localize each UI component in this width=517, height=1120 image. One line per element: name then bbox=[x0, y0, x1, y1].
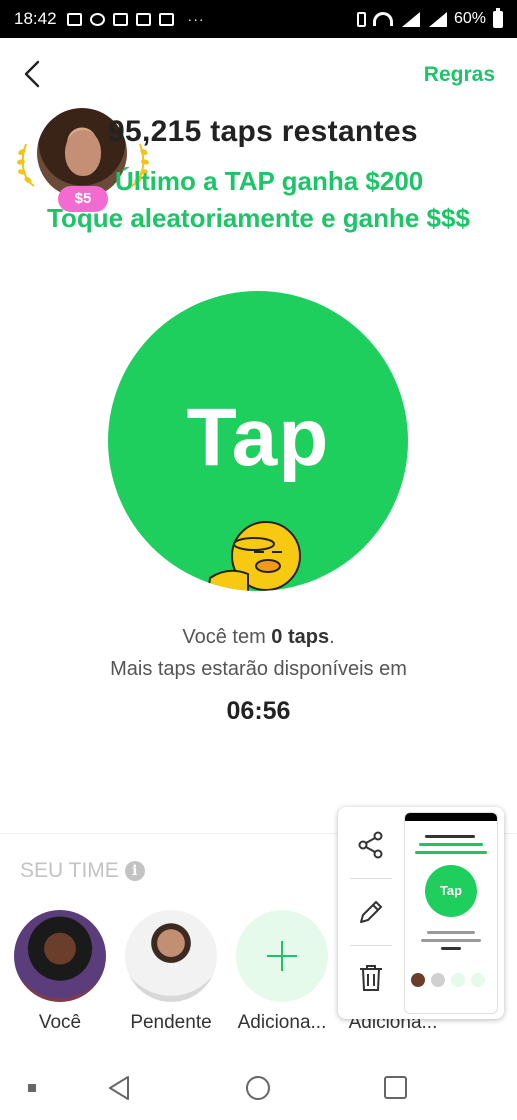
thumbnail-avatar bbox=[431, 973, 445, 987]
team-member-pending-avatar[interactable] bbox=[125, 910, 217, 1002]
delete-icon bbox=[360, 965, 382, 991]
nav-dot-icon[interactable] bbox=[28, 1084, 36, 1092]
battery-icon bbox=[493, 7, 503, 28]
laurel-icon bbox=[17, 143, 35, 187]
more-taps-message: Mais taps estarão disponíveis em bbox=[110, 658, 407, 680]
signal-icon bbox=[400, 11, 420, 27]
vibrate-icon bbox=[356, 11, 366, 27]
notification-icons: ··· bbox=[66, 11, 205, 27]
thumbnail-avatar bbox=[411, 973, 425, 987]
last-tap-wins: Último a TAP ganha $200 bbox=[115, 166, 424, 196]
signal-icon bbox=[427, 11, 447, 27]
nav-home-icon[interactable] bbox=[246, 1076, 270, 1100]
instagram-icon bbox=[112, 12, 128, 26]
tap-button-label: Tap bbox=[186, 392, 330, 483]
gallery-icon bbox=[66, 12, 82, 26]
system-icons: 60% bbox=[356, 0, 503, 38]
plus-icon bbox=[267, 941, 297, 971]
edit-button[interactable] bbox=[350, 891, 392, 933]
screenshot-thumbnail[interactable]: Tap bbox=[404, 812, 498, 1014]
duck-mascot-icon bbox=[208, 521, 301, 591]
thumbnail-text-line bbox=[441, 947, 461, 950]
nav-back-icon[interactable] bbox=[106, 1074, 134, 1102]
thumbnail-text-line bbox=[421, 939, 481, 942]
screenshot-toolbar: Tap bbox=[338, 807, 504, 1019]
rules-link[interactable]: Regras bbox=[424, 63, 495, 87]
duck-icon bbox=[89, 12, 105, 26]
divider bbox=[350, 878, 392, 879]
thumbnail-avatar bbox=[471, 973, 485, 987]
edit-icon bbox=[360, 901, 382, 923]
back-button[interactable] bbox=[18, 58, 48, 90]
team-member-you-avatar[interactable] bbox=[14, 910, 106, 1002]
thumbnail-text-line bbox=[427, 931, 475, 934]
screenshot-tools bbox=[338, 807, 404, 1019]
team-member-label: Adiciona... bbox=[237, 1012, 327, 1033]
add-team-member-button[interactable] bbox=[236, 910, 328, 1002]
chevron-left-icon bbox=[24, 60, 40, 88]
navigation-bar bbox=[0, 1064, 517, 1120]
countdown-timer: 06:56 bbox=[226, 697, 291, 725]
mail-icon bbox=[135, 12, 151, 26]
taps-remaining: 95,215 taps restantes bbox=[108, 115, 418, 148]
nav-recents-icon[interactable] bbox=[384, 1076, 407, 1099]
taps-available: Você tem 0 taps. bbox=[182, 626, 335, 648]
delete-button[interactable] bbox=[350, 957, 392, 999]
thumbnail-text-line bbox=[425, 835, 475, 838]
more-notifications-icon: ··· bbox=[187, 11, 205, 27]
wifi-icon bbox=[372, 12, 393, 26]
thumbnail-text-line bbox=[415, 851, 487, 854]
thumbnail-avatar bbox=[451, 973, 465, 987]
random-tap-promo: Toque aleatoriamente e ganhe $$$ bbox=[47, 203, 470, 233]
team-member-label: Você bbox=[38, 1012, 82, 1033]
divider bbox=[350, 945, 392, 946]
tap-button[interactable]: Tap bbox=[108, 291, 408, 591]
taps-count: 0 taps bbox=[271, 626, 330, 648]
team-section-title: SEU TIME i bbox=[20, 859, 145, 883]
battery-percent: 60% bbox=[453, 10, 486, 27]
share-icon bbox=[358, 831, 383, 859]
share-button[interactable] bbox=[350, 824, 392, 866]
info-icon[interactable]: i bbox=[124, 861, 145, 881]
team-member-label: Pendente bbox=[130, 1012, 212, 1033]
thumbnail-text-line bbox=[419, 843, 483, 846]
thumbnail-tap-circle: Tap bbox=[425, 865, 477, 917]
status-bar: 18:42 ··· 60% bbox=[0, 0, 517, 38]
thumbnail-status-bar bbox=[405, 813, 497, 821]
status-time: 18:42 bbox=[14, 9, 57, 28]
mail-icon bbox=[158, 12, 174, 26]
